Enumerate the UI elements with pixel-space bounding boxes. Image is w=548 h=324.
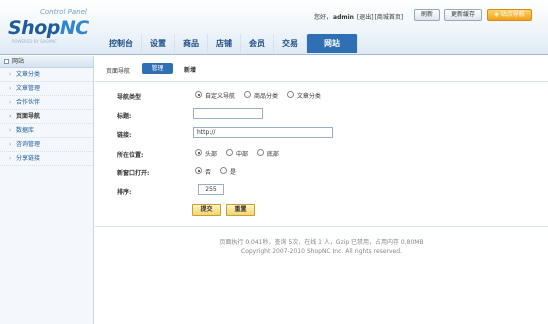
radio-custom-nav[interactable]: 自定义导航 xyxy=(195,91,235,100)
nav-tab-console[interactable]: 控制台 xyxy=(101,34,142,53)
nav-type-label: 导航类型 xyxy=(117,94,142,101)
row-link: 链接: http:// xyxy=(95,126,545,142)
logo-wordmark: ShopNC xyxy=(8,17,89,39)
row-position: 所在位置: 头部 中部 底部 xyxy=(95,146,545,162)
sidebar-heading-label: 网站 xyxy=(12,58,25,65)
sort-input[interactable]: 255 xyxy=(198,184,224,195)
radio-goods-category[interactable]: 商品分类 xyxy=(243,91,278,100)
sidebar-item-share-links[interactable]: 分享链接 xyxy=(0,152,93,166)
site-nav-button[interactable]: ◈ 站点导航 xyxy=(487,9,532,21)
radio-custom-nav-label: 自定义导航 xyxy=(205,93,236,100)
logout-link[interactable]: [退出] xyxy=(357,14,374,21)
greeting-text: 您好， xyxy=(314,14,333,21)
position-label: 所在位置: xyxy=(117,152,144,159)
tab-manage[interactable]: 管理 xyxy=(142,63,173,74)
radio-position-footer-label: 底部 xyxy=(266,151,279,158)
site-nav-icon: ◈ xyxy=(494,11,499,18)
nav-tab-website[interactable]: 网站 xyxy=(307,34,358,53)
sidebar-item-consult[interactable]: 咨询管理 xyxy=(0,138,93,152)
radio-dot xyxy=(243,91,251,98)
radio-position-middle-label: 中部 xyxy=(235,151,248,158)
footer-stats: 页面执行 0.041秒，查询 5次，在线 1 人，Gzip 已禁用，占用内存 0… xyxy=(219,239,424,246)
shopnc-logo[interactable]: Control Panel ShopNC POWERED BY SHOPNC xyxy=(6,6,96,46)
title-label: 标题: xyxy=(117,113,132,120)
link-label: 链接: xyxy=(117,132,132,139)
update-cache-button[interactable]: 更新缓存 xyxy=(444,9,482,21)
sidebar-item-article-category[interactable]: 文章分类 xyxy=(0,68,93,82)
radio-dot xyxy=(195,149,202,156)
collapse-icon[interactable] xyxy=(4,59,9,64)
main-nav: 控制台 设置 商品 店铺 会员 交易 网站 xyxy=(101,34,358,53)
sidebar-item-page-nav[interactable]: 页面导航 xyxy=(0,110,93,124)
radio-dot xyxy=(225,149,233,156)
user-links: 您好，admin [退出][商城首页] xyxy=(314,12,404,21)
site-nav-label: 站点导航 xyxy=(500,11,525,18)
nav-tab-stores[interactable]: 店铺 xyxy=(208,34,241,53)
row-nav-type: 导航类型 自定义导航 商品分类 文章分类 xyxy=(95,88,545,104)
radio-new-window-no[interactable]: 否 xyxy=(195,167,211,176)
logo-subtitle: Control Panel xyxy=(40,8,87,16)
header: Control Panel ShopNC POWERED BY SHOPNC 您… xyxy=(0,0,548,55)
radio-new-window-no-label: 否 xyxy=(205,169,212,176)
logo-wordmark-shop: Shop xyxy=(8,17,60,39)
radio-article-category-label: 文章分类 xyxy=(296,93,321,100)
page-title: 页面导航 xyxy=(106,68,131,75)
sidebar: 网站 文章分类 文章管理 合作伙伴 页面导航 数据库 咨询管理 分享链接 xyxy=(0,56,94,324)
position-radios: 头部 中部 底部 xyxy=(195,149,286,158)
radio-dot xyxy=(219,167,227,174)
radio-position-footer[interactable]: 底部 xyxy=(256,149,279,158)
nav-tab-members[interactable]: 会员 xyxy=(241,34,274,53)
row-sort: 排序: 255 xyxy=(95,183,545,199)
logo-tagline: POWERED BY SHOPNC xyxy=(12,39,57,44)
radio-dot xyxy=(195,91,202,98)
radio-article-category[interactable]: 文章分类 xyxy=(286,91,321,100)
nav-tab-trades[interactable]: 交易 xyxy=(274,34,307,53)
sidebar-item-article-manage[interactable]: 文章管理 xyxy=(0,82,93,96)
nav-tab-settings[interactable]: 设置 xyxy=(142,34,175,53)
radio-dot xyxy=(195,167,202,174)
nav-type-radios: 自定义导航 商品分类 文章分类 xyxy=(195,91,328,100)
refresh-button[interactable]: 刷新 xyxy=(414,9,440,21)
row-new-window: 新窗口打开: 否 是 xyxy=(95,164,545,180)
footer-divider xyxy=(95,226,548,227)
radio-dot xyxy=(286,91,294,98)
radio-goods-category-label: 商品分类 xyxy=(253,93,278,100)
username: admin xyxy=(333,14,354,21)
new-window-label: 新窗口打开: xyxy=(117,170,150,177)
radio-new-window-yes-label: 是 xyxy=(229,169,236,176)
footer-copyright: Copyright 2007-2010 ShopNC Inc. All righ… xyxy=(241,248,402,255)
row-title: 标题: xyxy=(95,107,545,123)
breadcrumb: 页面导航 管理 新增 xyxy=(95,56,548,82)
radio-position-middle[interactable]: 中部 xyxy=(225,149,248,158)
logo-wordmark-nc: NC xyxy=(59,17,89,39)
reset-button[interactable]: 重置 xyxy=(226,204,255,216)
footer: 页面执行 0.041秒，查询 5次，在线 1 人，Gzip 已禁用，占用内存 0… xyxy=(95,238,548,256)
nav-form: 导航类型 自定义导航 商品分类 文章分类 标题: 链接: http:// 所在位… xyxy=(95,86,545,226)
mall-home-link[interactable]: [商城首页] xyxy=(375,14,404,21)
sort-label: 排序: xyxy=(117,189,132,196)
radio-position-header[interactable]: 头部 xyxy=(195,149,217,158)
new-window-radios: 否 是 xyxy=(195,167,243,176)
submit-button[interactable]: 提交 xyxy=(192,204,221,216)
radio-dot xyxy=(256,149,264,156)
tab-new[interactable]: 新增 xyxy=(184,65,196,74)
radio-new-window-yes[interactable]: 是 xyxy=(219,167,236,176)
radio-position-header-label: 头部 xyxy=(205,151,218,158)
sidebar-item-partners[interactable]: 合作伙伴 xyxy=(0,96,93,110)
link-input[interactable]: http:// xyxy=(193,127,333,138)
main-content: 页面导航 管理 新增 导航类型 自定义导航 商品分类 文章分类 标题: 链接: … xyxy=(95,56,548,324)
nav-tab-goods[interactable]: 商品 xyxy=(175,34,208,53)
title-input[interactable] xyxy=(193,108,263,119)
sidebar-item-database[interactable]: 数据库 xyxy=(0,124,93,138)
sidebar-heading[interactable]: 网站 xyxy=(0,56,93,68)
